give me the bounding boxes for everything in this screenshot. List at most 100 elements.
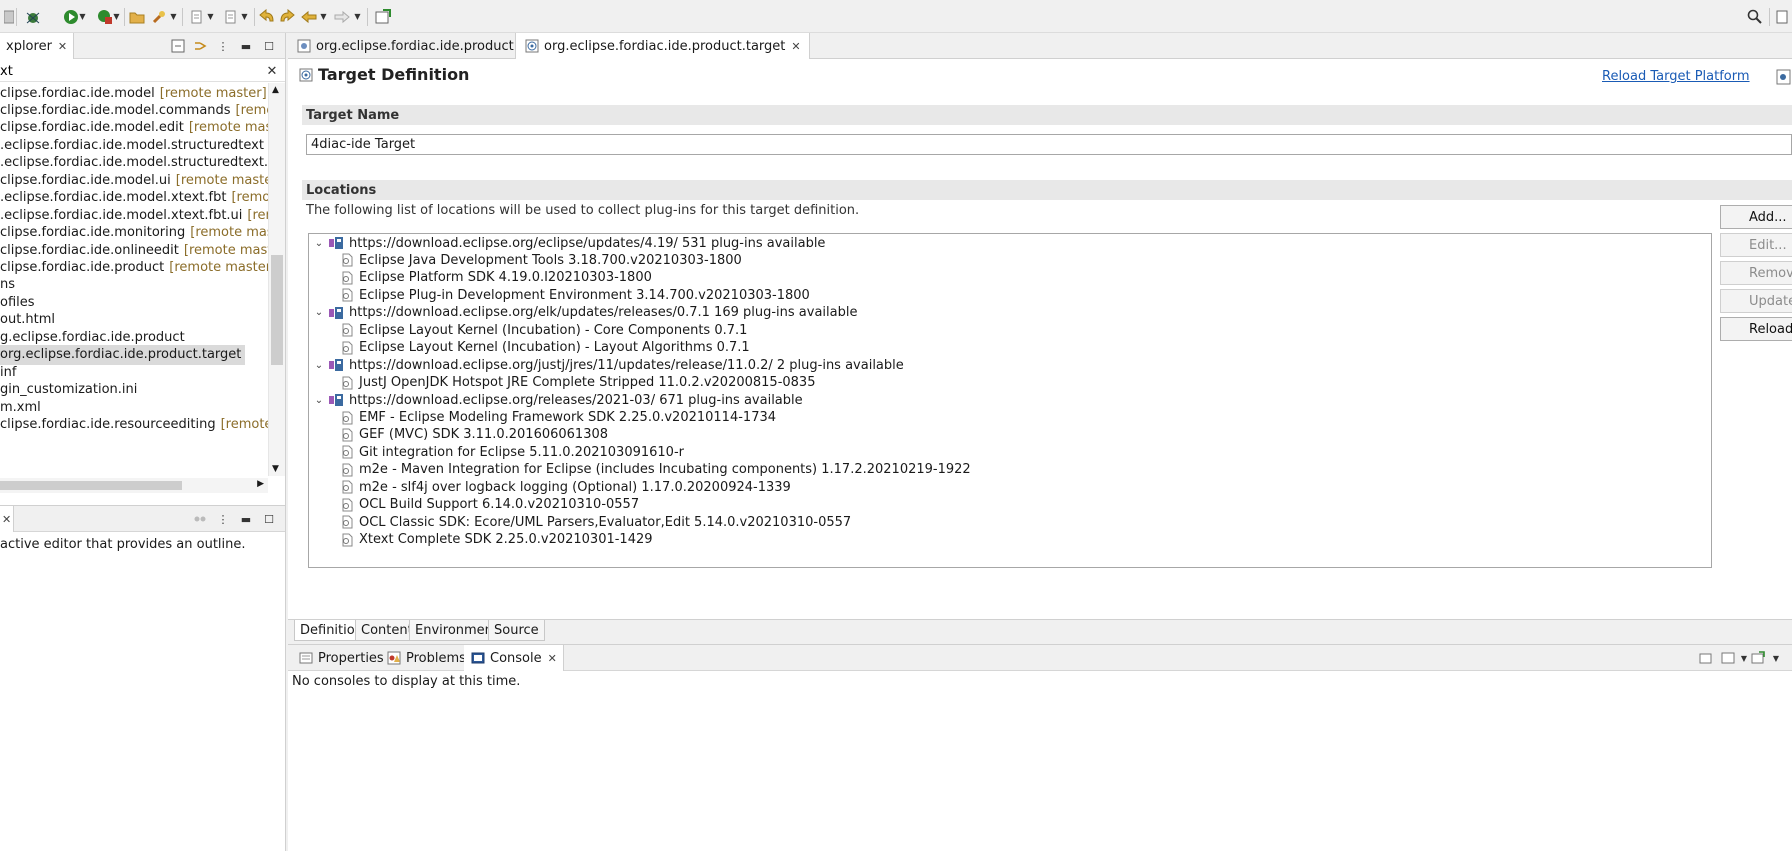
explorer-vertical-scrollbar[interactable]: ▲ ▼ [268,83,285,476]
tree-item[interactable]: clipse.fordiac.ide.resourceediting [remot… [0,415,268,435]
explorer-tab-label: xplorer [6,38,52,54]
close-icon[interactable]: ✕ [2,513,11,526]
feature-icon [339,270,355,286]
feature-label: OCL Build Support 6.14.0.v20210310-0557 [359,497,640,513]
tab-product[interactable]: org.eclipse.fordiac.ide.product [288,33,522,59]
chevron-down-icon[interactable]: ⌄ [311,307,327,318]
quick-access-search-icon[interactable] [1746,8,1764,26]
filter-input[interactable] [0,61,262,81]
maximize-icon[interactable]: ☐ [261,38,277,54]
feature-row[interactable]: Xtext Complete SDK 2.25.0.v20210301-1429 [339,530,653,550]
toolbar-separator [124,8,125,26]
toolbar-separator [367,8,368,26]
forward-icon[interactable] [333,8,351,26]
feature-label: Eclipse Platform SDK 4.19.0.I20210303-18… [359,270,652,286]
tree-item-label: clipse.fordiac.ide.model [0,85,155,101]
close-icon[interactable]: ✕ [548,652,557,665]
view-menu-icon[interactable]: ⋮ [215,38,231,54]
minimize-icon[interactable]: ▬ [238,511,254,527]
tree-item[interactable]: org.eclipse.fordiac.ide.product.target [0,344,246,365]
feature-label: Eclipse Layout Kernel (Incubation) - Lay… [359,340,750,356]
filter-bar: ✕ [0,60,285,82]
page-tab-source[interactable]: Source [488,620,545,641]
forward-history-icon[interactable] [278,8,296,26]
chevron-down-icon[interactable]: ⌄ [311,238,327,249]
tab-project-explorer[interactable]: xplorer ✕ [0,33,75,59]
add-button[interactable]: Add... [1720,205,1792,229]
scroll-right-icon[interactable]: ▶ [257,479,264,489]
feature-icon [339,287,355,303]
next-annotation-icon[interactable] [188,8,206,26]
external-tools-dropdown-icon[interactable]: ▼ [112,10,121,22]
close-icon[interactable]: ✕ [58,40,67,53]
target-name-field[interactable]: 4diac-ide Target [306,134,1792,155]
tab-label: Properties [318,650,384,666]
remove-button[interactable]: Remove [1720,261,1792,285]
debug-icon[interactable] [24,8,42,26]
scroll-thumb[interactable] [271,255,283,365]
open-console-icon[interactable] [1750,650,1766,666]
pin-editor-icon[interactable] [374,8,392,26]
scroll-down-icon[interactable]: ▼ [272,464,279,474]
close-icon[interactable]: ✕ [791,40,800,53]
set-as-target-platform-icon[interactable] [1774,68,1792,86]
git-decoration: [remote ma [231,190,268,206]
feature-icon [339,340,355,356]
edit-button[interactable]: Edit... [1720,233,1792,257]
maximize-icon[interactable]: ☐ [261,511,277,527]
clear-filter-icon[interactable]: ✕ [265,61,279,81]
search-dropdown-icon[interactable]: ▼ [169,10,178,22]
feature-label: JustJ OpenJDK Hotspot JRE Complete Strip… [359,375,816,391]
software-site-icon [327,357,345,373]
editor-page-tabs: Definition Content Environment Source [288,619,1792,641]
tree-item-label: clipse.fordiac.ide.model.commands [0,102,231,118]
tree-item[interactable]: clipse.fordiac.ide.product [remote master… [0,258,268,278]
forward-dropdown-icon[interactable]: ▼ [353,10,362,22]
open-perspective-icon[interactable] [1774,8,1792,26]
back-dropdown-icon[interactable]: ▼ [319,10,328,22]
toolbar-separator [1769,8,1770,26]
tree-item-label: m.xml [0,399,41,415]
feature-label: EMF - Eclipse Modeling Framework SDK 2.2… [359,410,777,425]
tab-properties[interactable]: Properties [292,645,390,671]
tab-console[interactable]: Console ✕ [464,645,564,671]
software-site-icon [327,235,345,251]
explorer-horizontal-scrollbar[interactable]: ▶ [0,478,268,493]
back-icon[interactable] [300,8,318,26]
tab-outline[interactable]: ✕ [0,506,14,532]
scroll-up-icon[interactable]: ▲ [272,85,279,95]
view-menu-icon[interactable]: ⋮ [215,511,231,527]
git-decoration: [remote master] [188,120,268,136]
scroll-thumb[interactable] [0,481,182,490]
run-dropdown-icon[interactable]: ▼ [78,10,87,22]
chevron-down-icon[interactable]: ⌄ [311,395,327,406]
outline-message: active editor that provides an outline. [0,537,246,552]
feature-label: Eclipse Layout Kernel (Incubation) - Cor… [359,322,748,338]
outline-filter-icon[interactable] [192,511,208,527]
tree-item-label: inf [0,364,17,380]
feature-label: Xtext Complete SDK 2.25.0.v20210301-1429 [359,532,653,548]
open-type-icon[interactable] [128,8,146,26]
feature-icon [339,252,355,268]
collapse-all-icon[interactable] [170,38,186,54]
link-with-editor-icon[interactable] [192,38,208,54]
tab-product-target[interactable]: org.eclipse.fordiac.ide.product.target ✕ [515,33,810,59]
search-icon[interactable] [150,8,168,26]
tree-item-label: clipse.fordiac.ide.model.ui [0,172,171,188]
prev-annotation-icon[interactable] [222,8,240,26]
minimize-icon[interactable]: ▬ [238,38,254,54]
prev-annotation-dropdown-icon[interactable]: ▼ [240,10,249,22]
reload-target-platform-link[interactable]: Reload Target Platform [1602,69,1750,84]
feature-icon [339,410,355,426]
tree-item-label: clipse.fordiac.ide.product [0,260,165,275]
pin-console-icon[interactable] [1698,650,1714,666]
display-console-icon[interactable] [1720,650,1736,666]
tab-label: Problems [406,650,466,666]
update-button[interactable]: Update [1720,289,1792,313]
chevron-down-icon[interactable]: ⌄ [311,360,327,371]
reload-button[interactable]: Reload [1720,317,1792,341]
next-annotation-dropdown-icon[interactable]: ▼ [206,10,215,22]
tab-problems[interactable]: Problems [380,645,472,671]
last-edit-location-icon[interactable] [258,8,276,26]
open-console-dropdown-icon[interactable]: ▼ [1768,650,1784,666]
